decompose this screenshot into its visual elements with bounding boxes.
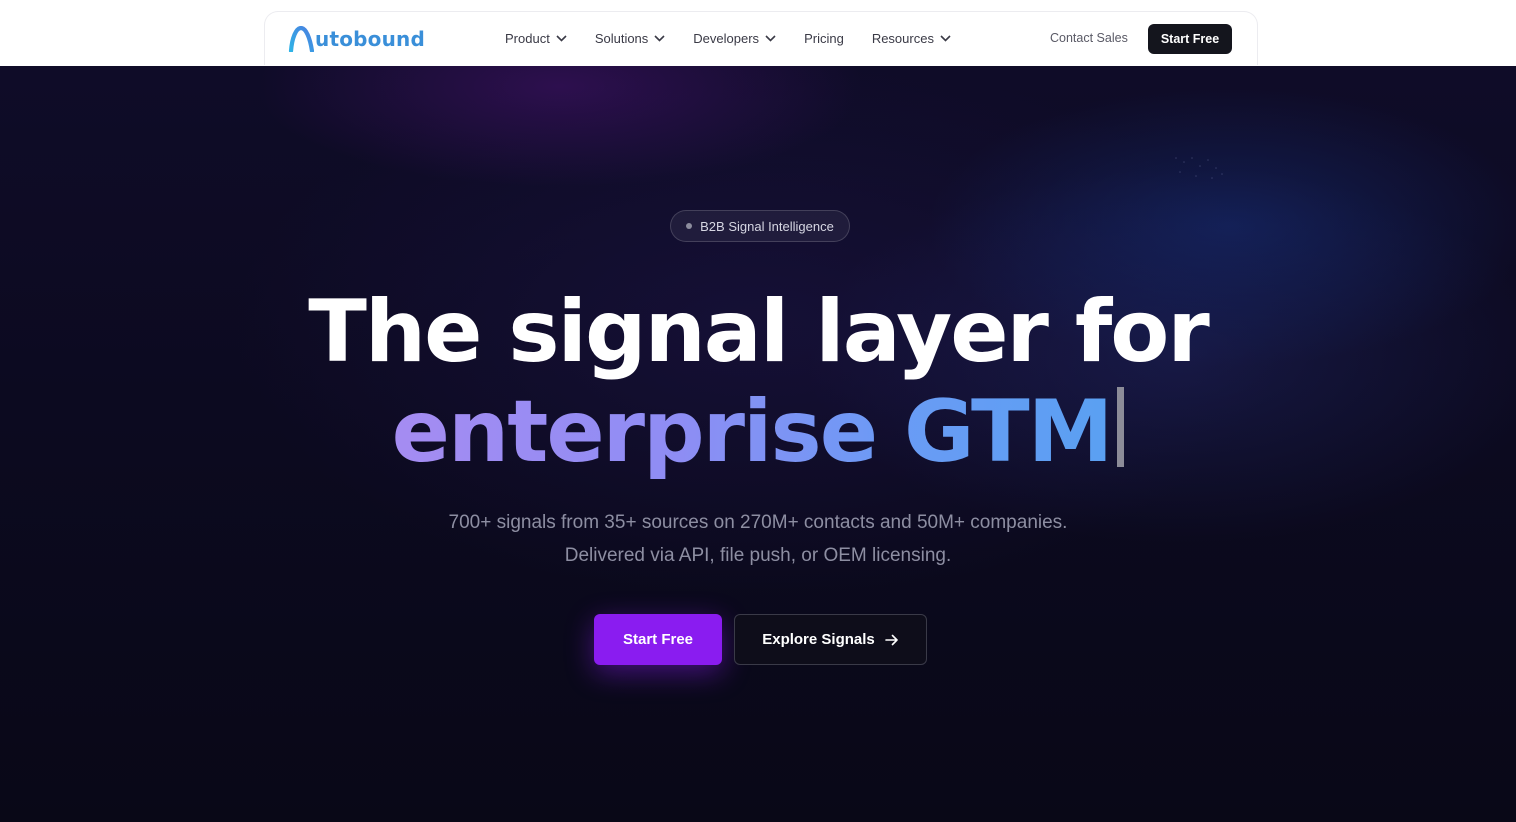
nav-item-label: Developers — [693, 30, 760, 46]
explore-signals-button[interactable]: Explore Signals — [734, 614, 927, 665]
chevron-down-icon — [654, 34, 665, 42]
typing-caret — [1117, 387, 1125, 467]
decorative-dots — [1175, 157, 1223, 179]
nav-item-product[interactable]: Product — [505, 31, 567, 46]
arch-a-logo-icon — [288, 26, 314, 52]
nav-item-developers[interactable]: Developers — [693, 31, 776, 46]
nav-item-label: Solutions — [594, 30, 649, 46]
start-free-nav-button[interactable]: Start Free — [1148, 24, 1232, 54]
chevron-down-icon — [556, 34, 567, 42]
hero-section: B2B Signal Intelligence The signal layer… — [0, 66, 1516, 822]
top-navigation-bar: utobound Product Solutions Developers Pr… — [0, 0, 1516, 66]
badge-dot-icon — [686, 223, 693, 229]
nav-item-label: Resources — [871, 30, 934, 46]
contact-sales-link[interactable]: Contact Sales — [1050, 31, 1128, 45]
arrow-right-icon — [884, 634, 898, 645]
nav-item-label: Pricing — [804, 30, 844, 46]
nav-item-pricing[interactable]: Pricing — [804, 31, 844, 46]
main-nav: Product Solutions Developers Pricing Res… — [505, 28, 979, 48]
nav-item-solutions[interactable]: Solutions — [595, 31, 665, 46]
explore-signals-label: Explore Signals — [762, 631, 875, 648]
category-badge: B2B Signal Intelligence — [670, 210, 850, 242]
chevron-down-icon — [765, 34, 776, 42]
start-free-hero-button[interactable]: Start Free — [594, 614, 722, 665]
hero-headline-line2: enterprise GTM — [391, 382, 1114, 482]
chevron-down-icon — [940, 34, 951, 42]
badge-label: B2B Signal Intelligence — [700, 218, 834, 234]
hero-subtext-line1: 700+ signals from 35+ sources on 270M+ c… — [448, 512, 1068, 533]
nav-item-label: Product — [505, 30, 550, 46]
autobound-logo[interactable]: utobound — [288, 26, 425, 52]
hero-headline-line2-wrapper: enterprise GTM — [0, 382, 1516, 482]
nav-item-resources[interactable]: Resources — [872, 31, 951, 46]
hero-subtext-line2: Delivered via API, file push, or OEM lic… — [564, 545, 952, 566]
hero-headline-line1: The signal layer for — [308, 282, 1210, 382]
logo-wordmark: utobound — [315, 27, 425, 51]
